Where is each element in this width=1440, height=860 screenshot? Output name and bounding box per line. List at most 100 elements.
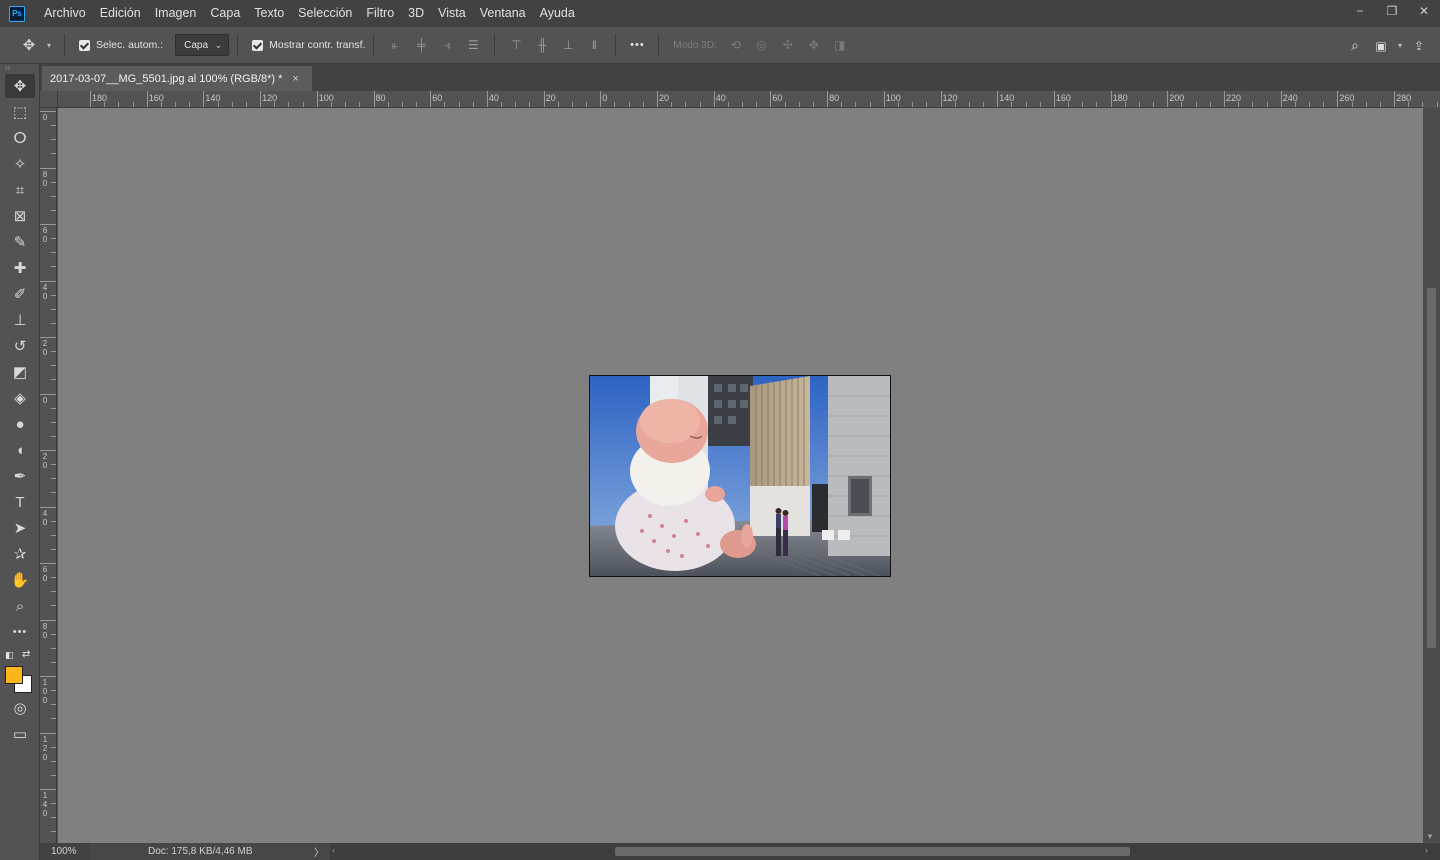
close-button[interactable]: ✕ — [1408, 0, 1440, 22]
dodge-tool-icon[interactable]: ◖ — [5, 438, 35, 462]
ruler-label: 8 0 — [42, 169, 48, 188]
restore-button[interactable]: ❐ — [1376, 0, 1408, 22]
pan-3d-icon[interactable]: ✣ — [775, 34, 801, 56]
canvas-area[interactable] — [58, 108, 1423, 843]
swap-colors-icon[interactable]: ⇄ — [22, 649, 30, 660]
quick-mask-icon[interactable]: ◎ — [5, 696, 35, 720]
panel-collapse-icon[interactable]: ›› — [0, 64, 39, 72]
align-bottom-edges-icon[interactable]: ⊥ — [555, 34, 581, 56]
brush-tool-icon[interactable]: ✐ — [5, 282, 35, 306]
healing-brush-tool-icon[interactable]: ✚ — [5, 256, 35, 280]
eyedropper-tool-icon[interactable]: ✎ — [5, 230, 35, 254]
menu-item-texto[interactable]: Texto — [247, 0, 291, 27]
slide-3d-icon[interactable]: ✥ — [801, 34, 827, 56]
status-menu-arrow-icon[interactable]: 〉 — [314, 844, 324, 859]
pen-tool-icon[interactable]: ✒ — [5, 464, 35, 488]
ruler-minor-tick — [1011, 102, 1013, 107]
horizontal-scroll-thumb[interactable] — [615, 847, 1130, 856]
menu-item-archivo[interactable]: Archivo — [37, 0, 93, 27]
hand-tool-icon[interactable]: ✋ — [5, 568, 35, 592]
align-horizontal-centers-icon[interactable]: ╪ — [408, 34, 434, 56]
ruler-minor-tick — [784, 102, 786, 107]
workspace-icon[interactable]: ▣ — [1368, 35, 1394, 57]
auto-select-checkbox[interactable]: Selec. autom.: — [79, 39, 163, 51]
more-options-icon[interactable]: ••• — [624, 34, 650, 56]
ruler-minor-tick — [1238, 102, 1240, 107]
ruler-minor-tick — [330, 102, 332, 107]
ruler-minor-tick — [302, 102, 304, 107]
align-right-edges-icon[interactable]: ⫣ — [434, 34, 460, 56]
ruler-tick — [146, 91, 148, 107]
minimize-button[interactable]: − — [1344, 0, 1376, 22]
ruler-minor-tick — [1195, 102, 1197, 107]
search-icon[interactable]: ⌕ — [1342, 35, 1368, 57]
menu-item-edicion[interactable]: Edición — [93, 0, 148, 27]
scroll-down-icon[interactable]: ▼ — [1426, 832, 1434, 841]
orbit-3d-icon[interactable]: ⟲ — [723, 34, 749, 56]
custom-shape-tool-icon[interactable]: ✰ — [5, 542, 35, 566]
blur-tool-icon[interactable]: ● — [5, 412, 35, 436]
vertical-scroll-thumb[interactable] — [1427, 288, 1436, 648]
ruler-minor-tick — [855, 102, 857, 107]
eraser-tool-icon[interactable]: ◩ — [5, 360, 35, 384]
ruler-tick — [657, 91, 658, 107]
screen-mode-icon[interactable]: ▭ — [5, 722, 35, 746]
ruler-origin[interactable] — [40, 91, 58, 108]
lasso-tool-icon[interactable]: ⵔ — [5, 126, 35, 150]
align-left-edges-icon[interactable]: ⫦ — [382, 34, 408, 56]
ruler-minor-tick — [756, 102, 758, 107]
show-transform-controls-checkbox[interactable]: Mostrar contr. transf. — [252, 39, 365, 51]
document-image[interactable] — [589, 375, 891, 577]
ruler-minor-tick — [416, 102, 418, 107]
foreground-color-swatch[interactable] — [5, 666, 23, 684]
menu-item-vista[interactable]: Vista — [431, 0, 473, 27]
move-tool-icon[interactable]: ✥ — [5, 74, 35, 98]
zoom-tool-icon[interactable]: ⌕ — [5, 594, 35, 618]
close-tab-icon[interactable]: × — [292, 73, 298, 85]
crop-tool-icon[interactable]: ⌗ — [5, 178, 35, 202]
marquee-tool-icon[interactable]: ⬚ — [5, 100, 35, 124]
ruler-minor-tick — [175, 102, 177, 107]
default-colors-icon[interactable]: ◧ — [5, 650, 14, 661]
ruler-minor-tick — [359, 102, 361, 107]
distribute-vertical-icon[interactable]: ☰ — [460, 34, 486, 56]
clone-stamp-tool-icon[interactable]: ⊥ — [5, 308, 35, 332]
separator — [494, 34, 496, 56]
menu-item-3d[interactable]: 3D — [401, 0, 431, 27]
ruler-minor-tick — [51, 322, 56, 324]
ruler-minor-tick — [51, 308, 56, 310]
horizontal-scrollbar[interactable]: ‹ › — [330, 843, 1440, 860]
share-icon[interactable]: ⇪ — [1406, 35, 1432, 57]
menu-item-ventana[interactable]: Ventana — [473, 0, 533, 27]
scroll-left-icon[interactable]: ‹ — [332, 845, 335, 855]
horizontal-ruler[interactable]: 180 160 140 120 100 80 60 40 20 0 20 40 60 80 100 120 14… — [58, 91, 1438, 108]
path-selection-tool-icon[interactable]: ➤ — [5, 516, 35, 540]
document-tab[interactable]: 2017-03-07__MG_5501.jpg al 100% (RGB/8*)… — [42, 66, 312, 91]
paint-bucket-tool-icon[interactable]: ◈ — [5, 386, 35, 410]
chevron-down-icon[interactable]: ▾ — [1394, 35, 1406, 57]
ruler-minor-tick — [841, 102, 843, 107]
menu-item-seleccion[interactable]: Selección — [291, 0, 359, 27]
frame-tool-icon[interactable]: ⊠ — [5, 204, 35, 228]
align-top-edges-icon[interactable]: ⊤ — [503, 34, 529, 56]
menu-item-imagen[interactable]: Imagen — [148, 0, 204, 27]
align-vertical-centers-icon[interactable]: ╫ — [529, 34, 555, 56]
history-brush-tool-icon[interactable]: ↺ — [5, 334, 35, 358]
chevron-down-icon[interactable]: ▾ — [42, 34, 56, 56]
auto-select-target-select[interactable]: Capa ⌄ — [175, 34, 230, 56]
scroll-right-icon[interactable]: › — [1425, 845, 1428, 855]
menu-item-capa[interactable]: Capa — [203, 0, 247, 27]
menu-item-ayuda[interactable]: Ayuda — [533, 0, 582, 27]
zoom-level-field[interactable]: 100% — [40, 843, 90, 860]
move-tool-preset-icon[interactable]: ✥ — [16, 34, 42, 56]
type-tool-icon[interactable]: T — [5, 490, 35, 514]
distribute-horizontal-icon[interactable]: ‖ — [581, 34, 607, 56]
roll-3d-icon[interactable]: ◎ — [749, 34, 775, 56]
photoshop-logo-icon[interactable]: Ps — [9, 5, 25, 22]
menu-item-filtro[interactable]: Filtro — [359, 0, 401, 27]
vertical-ruler[interactable]: 0 8 0 6 0 4 0 2 0 0 2 0 4 0 6 0 8 0 1 0 0 1 2 0 1 4 … — [40, 108, 57, 860]
more-tools-icon[interactable]: ••• — [5, 620, 35, 644]
magic-wand-tool-icon[interactable]: ✧ — [5, 152, 35, 176]
vertical-scrollbar[interactable]: ▼ — [1423, 108, 1440, 843]
scale-3d-icon[interactable]: ◨ — [827, 34, 853, 56]
